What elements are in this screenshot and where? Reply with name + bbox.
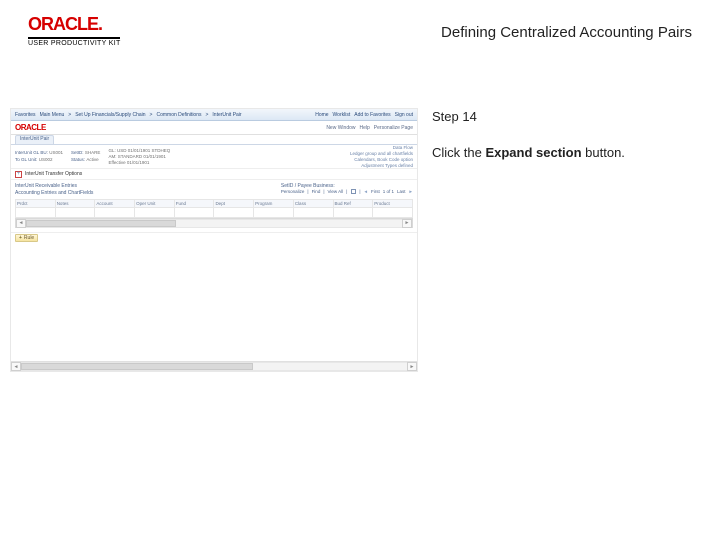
col-operunit: Oper Unit	[135, 200, 175, 208]
col-class: Class	[293, 200, 333, 208]
instruction-text: Click the Expand section button.	[432, 144, 692, 162]
oracle-subline: USER PRODUCTIVITY KIT	[28, 40, 121, 47]
pager: Personalize| Find| View All| | ◄ First 1…	[281, 189, 413, 194]
scroll-left-icon[interactable]: ◄	[16, 219, 26, 228]
app-header: ORACLE New Window Help Personalize Page	[11, 121, 417, 135]
chartfields-table: Prdct Notes Account Oper Unit Fund Dept …	[15, 199, 413, 218]
grid-settings-icon[interactable]	[351, 189, 356, 194]
oracle-upk-logo: ORACLE. USER PRODUCTIVITY KIT	[28, 14, 121, 47]
rule-button[interactable]: Rule	[15, 234, 38, 242]
page-horizontal-scrollbar[interactable]: ◄ ►	[11, 361, 417, 371]
col-product: Product	[373, 200, 413, 208]
expand-section-row: InterUnit Transfer Options	[11, 169, 417, 180]
step-label: Step 14	[432, 108, 692, 126]
col-dept: Dept	[214, 200, 254, 208]
scroll-left-icon[interactable]: ◄	[11, 362, 21, 371]
tab-interunit-pair[interactable]: InterUnit Pair	[15, 135, 54, 144]
col-notes: Notes	[55, 200, 95, 208]
col-program: Program	[254, 200, 294, 208]
expand-section-label: InterUnit Transfer Options	[25, 171, 82, 177]
section-header: InterUnit Receivable Entries Accounting …	[11, 180, 417, 199]
nav-breadcrumb: Favorites Main Menu> Set Up Financials/S…	[11, 109, 417, 121]
table-row	[16, 208, 413, 218]
scroll-right-icon[interactable]: ►	[402, 219, 412, 228]
oracle-brand: ORACLE.	[28, 14, 121, 35]
col-account: Account	[95, 200, 135, 208]
tab-row: InterUnit Pair	[11, 135, 417, 145]
col-budref: Bud Ref	[333, 200, 373, 208]
col-prdct: Prdct	[16, 200, 56, 208]
page-title: Defining Centralized Accounting Pairs	[441, 24, 692, 41]
grid-horizontal-scrollbar[interactable]: ◄ ►	[15, 218, 413, 228]
scroll-right-icon[interactable]: ►	[407, 362, 417, 371]
rule-row: Rule	[11, 232, 417, 243]
col-fund: Fund	[174, 200, 214, 208]
expand-section-button[interactable]	[15, 171, 22, 178]
oracle-mini-logo: ORACLE	[15, 123, 46, 132]
header-fields: InterUnit GL BU: US001 To GL Unit: US002…	[11, 145, 417, 169]
embedded-screenshot: Favorites Main Menu> Set Up Financials/S…	[10, 108, 418, 372]
instruction-panel: Step 14 Click the Expand section button.	[432, 108, 692, 162]
